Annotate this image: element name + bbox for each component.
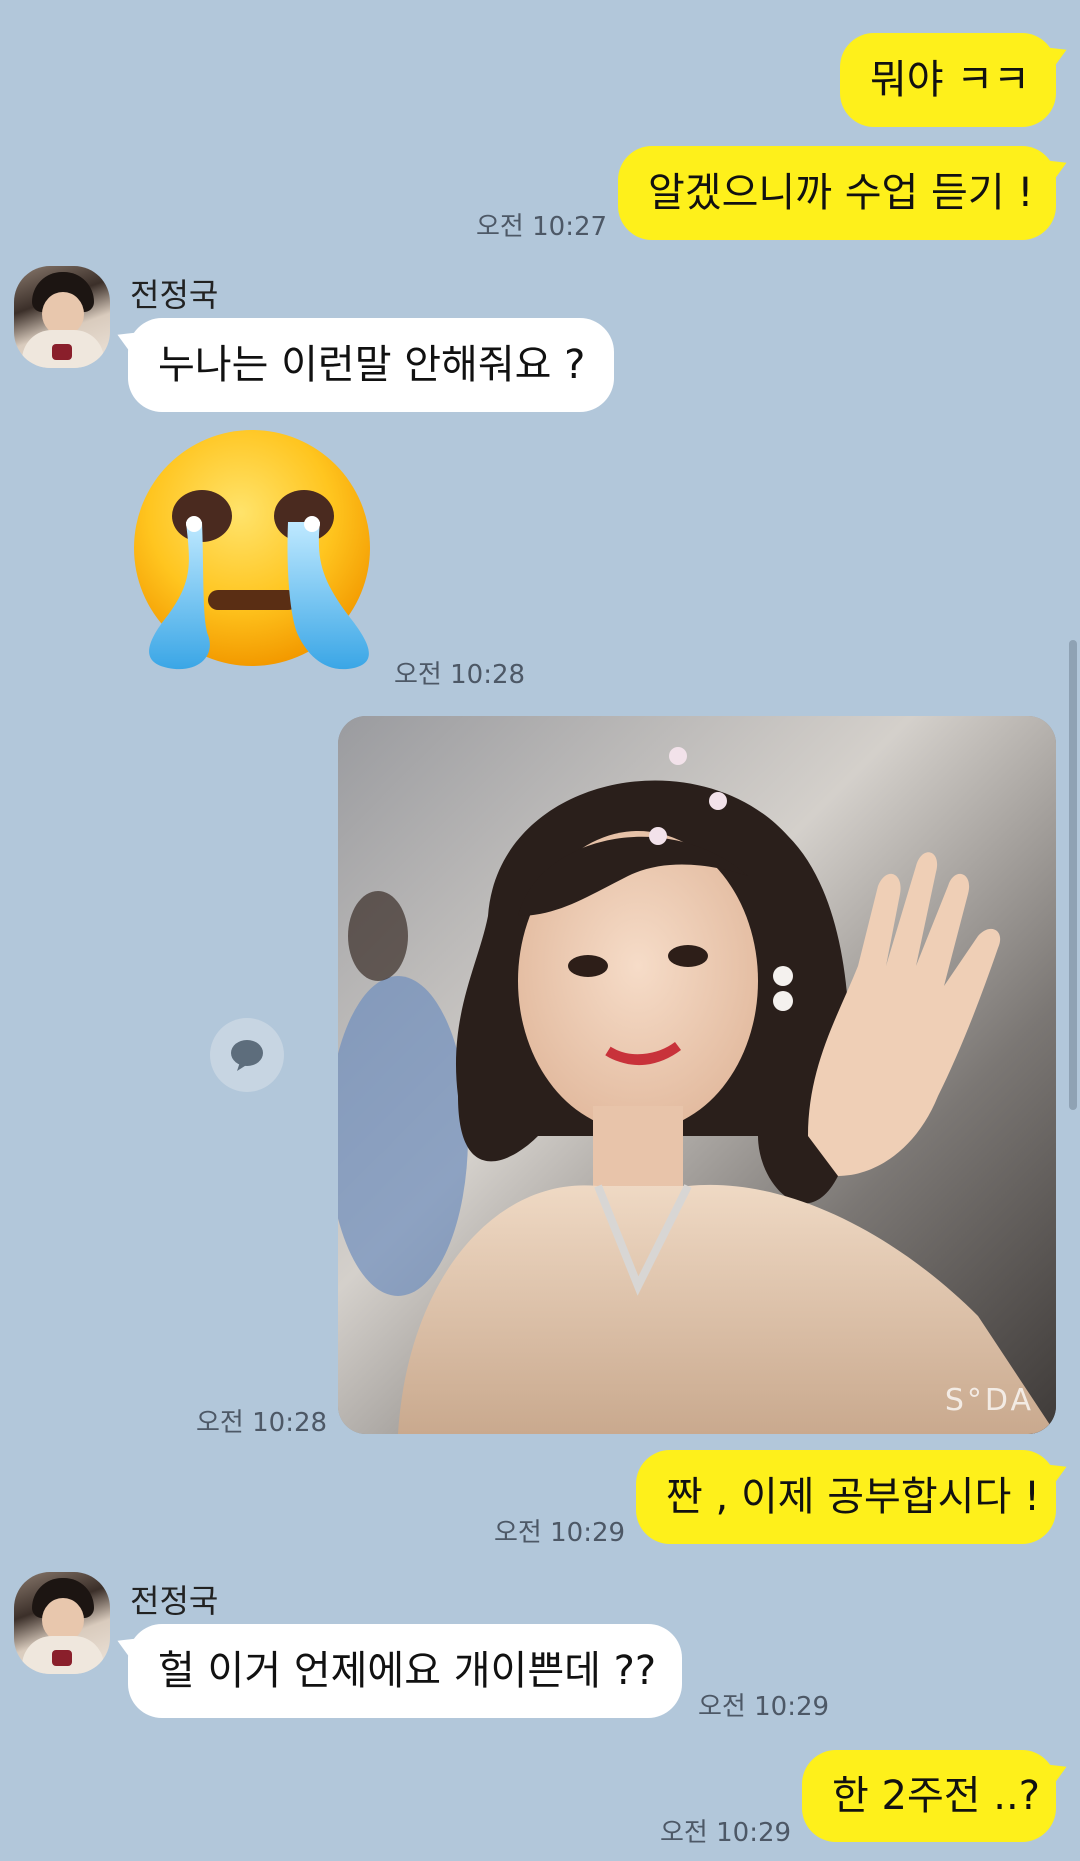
scrollbar[interactable] [1069,640,1077,1110]
message-time: 오전 10:29 [660,1818,792,1848]
message-time: 오전 10:28 [394,660,526,690]
message-text: 누나는 이런말 안해줘요 ? [158,342,586,388]
message-text: 짠 , 이제 공부합시다 ! [666,1474,1041,1520]
photo-image [338,716,1056,1434]
my-message-bubble[interactable]: 알겠으니까 수업 듣기 ! [618,146,1056,240]
share-button[interactable] [210,1018,284,1092]
photo-watermark: S°DA [944,1383,1034,1418]
crying-face-icon[interactable] [128,430,376,678]
my-message-bubble[interactable]: 뭐야 ㅋㅋ [840,33,1056,127]
message-text: 알겠으니까 수업 듣기 ! [648,170,1034,216]
my-message-bubble[interactable]: 짠 , 이제 공부합시다 ! [636,1450,1056,1544]
message-time: 오전 10:28 [196,1408,328,1438]
their-message-bubble[interactable]: 헐 이거 언제에요 개이쁜데 ?? [128,1624,682,1718]
message-text: 헐 이거 언제에요 개이쁜데 ?? [158,1648,657,1694]
message-time: 오전 10:27 [476,212,608,242]
their-message-bubble[interactable]: 누나는 이런말 안해줘요 ? [128,318,614,412]
message-time: 오전 10:29 [698,1692,830,1722]
sender-name: 전정국 [130,276,219,314]
message-text: 한 2주전 ..? [832,1773,1040,1819]
my-message-bubble[interactable]: 한 2주전 ..? [802,1750,1056,1842]
sender-name: 전정국 [130,1582,219,1620]
message-text: 뭐야 ㅋㅋ [870,57,1030,103]
photo-message[interactable]: S°DA [338,716,1056,1434]
message-time: 오전 10:29 [494,1518,626,1548]
contact-avatar[interactable] [14,266,110,368]
speech-bubble-icon [231,1040,263,1071]
contact-avatar[interactable] [14,1572,110,1674]
